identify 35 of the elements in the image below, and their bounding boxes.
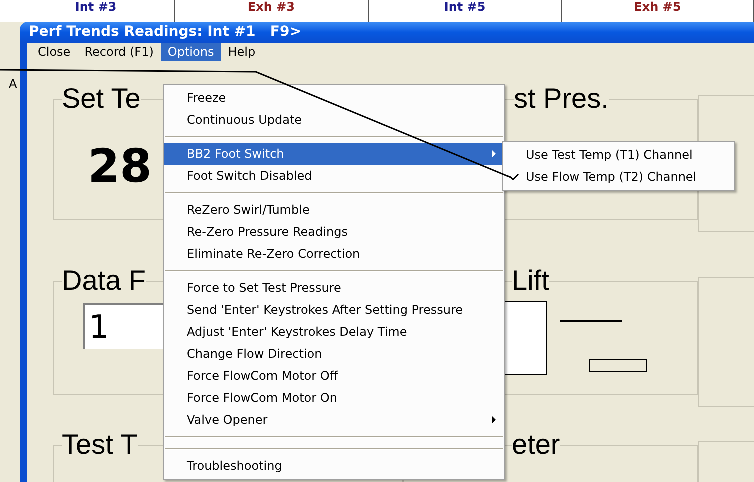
menu-bar-item[interactable]: Help (221, 43, 263, 61)
menu-item[interactable]: BB2 Foot Switch (164, 143, 504, 165)
menu-bar-item[interactable]: Close (31, 43, 78, 61)
submenu-item[interactable]: Use Test Temp (T1) Channel (503, 144, 734, 166)
menu-item[interactable]: Continuous Update (164, 109, 504, 131)
menu-bar-item[interactable]: Record (F1) (78, 43, 161, 61)
menu-item[interactable]: Re-Zero Pressure Readings (164, 221, 504, 243)
menu-item[interactable]: Force FlowCom Motor Off (164, 365, 504, 387)
lift-bar (589, 359, 647, 372)
menu-item[interactable]: Force to Set Test Pressure (164, 277, 504, 299)
group-title: Lift (512, 265, 550, 296)
window-title: Perf Trends Readings: Int #1 F9> (29, 23, 302, 42)
menu-bar-item[interactable]: Options (160, 43, 222, 61)
menu-item[interactable]: Troubleshooting (164, 455, 504, 477)
group-title: Test T (62, 429, 138, 460)
submenu-arrow-icon (492, 150, 496, 158)
menu-item[interactable]: Valve Opener (164, 409, 504, 431)
menu-item[interactable]: Eliminate Re-Zero Correction (164, 243, 504, 265)
group-title: eter (512, 429, 560, 460)
menu-item[interactable]: ReZero Swirl/Tumble (164, 199, 504, 221)
submenu-arrow-icon (492, 416, 496, 424)
menu-item[interactable]: Freeze (164, 87, 504, 109)
reading-value: 28 (88, 139, 152, 193)
group-title: st Pres. (514, 83, 609, 114)
column-header: Exh #3 (248, 0, 295, 14)
column-header: Exh #5 (634, 0, 682, 14)
column-header: Int #3 (75, 0, 117, 14)
group-title: Set Te (62, 83, 141, 114)
column-header: Int #5 (444, 0, 486, 14)
menu-item[interactable]: Foot Switch Disabled (164, 165, 504, 187)
group-title: Data F (62, 265, 146, 296)
submenu-item[interactable]: Use Flow Temp (T2) Channel (503, 166, 734, 188)
lift-line (560, 320, 622, 322)
menu-item[interactable]: Force FlowCom Motor On (164, 387, 504, 409)
background-label: A (9, 78, 18, 91)
